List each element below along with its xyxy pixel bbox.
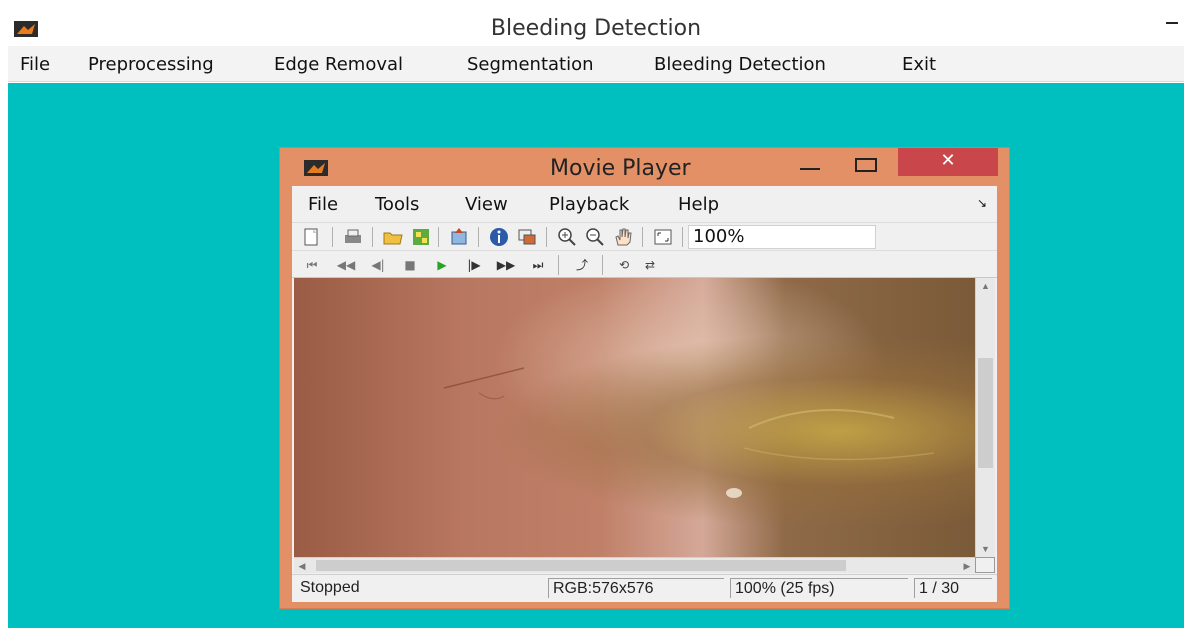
menu-file[interactable]: File	[20, 54, 50, 75]
player-menu-view[interactable]: View	[465, 194, 508, 215]
play-icon[interactable]: ▶	[432, 255, 452, 275]
status-format: RGB:576x576	[548, 578, 724, 598]
player-close-button[interactable]: ✕	[898, 148, 998, 176]
player-menu-file[interactable]: File	[308, 194, 338, 215]
main-menu-bar: File Preprocessing Edge Removal Segmenta…	[8, 46, 1184, 82]
player-menu-help[interactable]: Help	[678, 194, 719, 215]
status-rate: 100% (25 fps)	[730, 578, 908, 598]
new-figure-icon[interactable]	[300, 226, 322, 248]
go-to-first-icon[interactable]: ⏮	[302, 255, 322, 275]
movie-player-title: Movie Player	[550, 156, 691, 181]
print-icon[interactable]	[342, 226, 364, 248]
step-back-icon[interactable]: ◀|	[368, 255, 388, 275]
loop-icon[interactable]: ⇄	[640, 255, 660, 275]
playback-toolbar: ⏮ ◀◀ ◀| ■ ▶ |▶ ▶▶ ⏭ ⤴ ⟲ ⇄	[292, 250, 997, 278]
zoom-out-icon[interactable]	[584, 226, 606, 248]
jump-to-icon[interactable]: ⤴	[572, 255, 592, 275]
menu-edge-removal[interactable]: Edge Removal	[274, 54, 403, 75]
player-minimize-button[interactable]	[800, 168, 820, 170]
colormap-icon[interactable]	[516, 226, 538, 248]
scroll-down-icon[interactable]: ▼	[976, 541, 995, 557]
window-title: Bleeding Detection	[490, 16, 702, 41]
step-forward-icon[interactable]: |▶	[464, 255, 484, 275]
autoreverse-icon[interactable]: ⟲	[614, 255, 634, 275]
menu-bleeding-detection[interactable]: Bleeding Detection	[654, 54, 826, 75]
video-frame	[294, 278, 975, 557]
status-frame: 1 / 30	[914, 578, 992, 598]
matlab-icon	[304, 160, 328, 176]
vertical-scrollbar[interactable]: ▲ ▼	[975, 278, 995, 557]
horizontal-scroll-thumb[interactable]	[316, 560, 846, 571]
movie-player-title-bar[interactable]: Movie Player ✕	[280, 148, 1009, 186]
horizontal-scrollbar[interactable]: ◀ ▶	[294, 557, 975, 573]
zoom-level-field[interactable]: 100%	[688, 225, 876, 249]
scroll-up-icon[interactable]: ▲	[976, 278, 995, 294]
player-toolbar: 100%	[292, 222, 997, 250]
size-grip[interactable]	[975, 557, 995, 573]
player-maximize-button[interactable]	[855, 158, 877, 172]
menu-exit[interactable]: Exit	[902, 54, 936, 75]
zoom-in-icon[interactable]	[556, 226, 578, 248]
player-menu-bar: File Tools View Playback Help ↘	[292, 186, 997, 222]
title-bar: Bleeding Detection	[8, 8, 1184, 46]
application-window: Bleeding Detection File Preprocessing Ed…	[0, 0, 1184, 635]
status-bar: Stopped RGB:576x576 100% (25 fps) 1 / 30	[292, 574, 997, 600]
import-icon[interactable]	[410, 226, 432, 248]
go-to-last-icon[interactable]: ⏭	[528, 255, 548, 275]
player-menu-tools[interactable]: Tools	[375, 194, 419, 215]
open-icon[interactable]	[382, 226, 404, 248]
menu-preprocessing[interactable]: Preprocessing	[88, 54, 214, 75]
fit-window-icon[interactable]	[652, 226, 674, 248]
movie-player-window: Movie Player ✕ File Tools View Playback …	[279, 147, 1010, 609]
player-menu-playback[interactable]: Playback	[549, 194, 629, 215]
status-state: Stopped	[300, 579, 360, 596]
video-texture	[443, 367, 935, 498]
scroll-right-icon[interactable]: ▶	[959, 558, 975, 574]
pan-icon[interactable]	[612, 226, 634, 248]
scroll-left-icon[interactable]: ◀	[294, 558, 310, 574]
dock-arrow-icon[interactable]: ↘	[977, 196, 987, 210]
fast-forward-icon[interactable]: ▶▶	[496, 255, 516, 275]
stop-icon[interactable]: ■	[400, 255, 420, 275]
movie-player-client: File Tools View Playback Help ↘ 100% ⏮ ◀…	[292, 186, 997, 602]
export-icon[interactable]	[448, 226, 470, 248]
vertical-scroll-thumb[interactable]	[978, 358, 993, 468]
rewind-icon[interactable]: ◀◀	[336, 255, 356, 275]
minimize-button[interactable]	[1166, 22, 1178, 24]
menu-segmentation[interactable]: Segmentation	[467, 54, 594, 75]
info-icon[interactable]	[488, 226, 510, 248]
